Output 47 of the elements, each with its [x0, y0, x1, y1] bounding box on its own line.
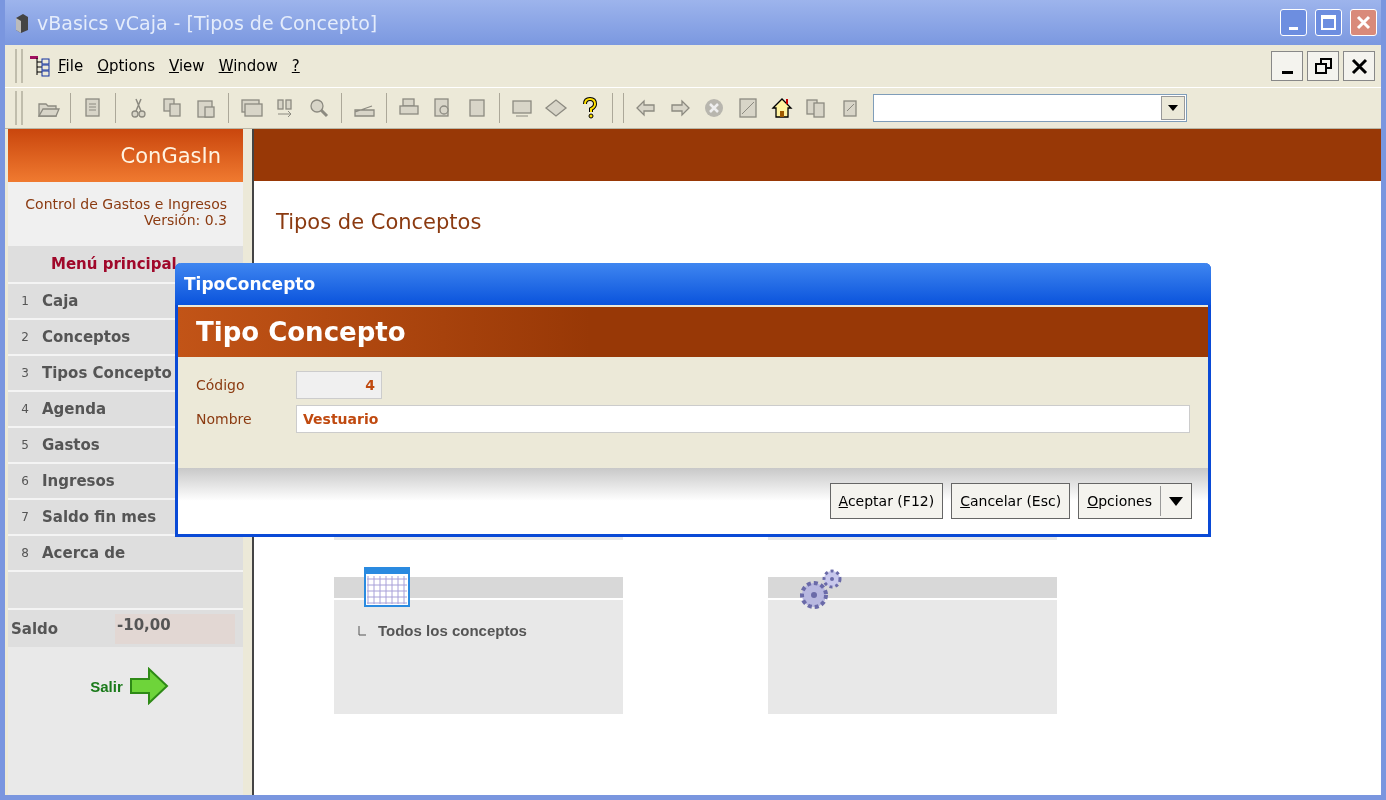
menu-heading: Menú principal: [51, 255, 177, 273]
balance-value: -10,00: [115, 613, 235, 644]
app-subtitle: Control de Gastos e Ingresos: [25, 196, 227, 212]
menu-item[interactable]: ?: [284, 57, 307, 75]
restore-button[interactable]: [1307, 51, 1339, 81]
picture-icon[interactable]: [736, 96, 760, 120]
app-icon: [13, 11, 29, 34]
field-label: Código: [196, 377, 246, 393]
dropdown-arrow-icon[interactable]: [1168, 105, 1178, 111]
magnifier-icon[interactable]: [307, 96, 331, 120]
dialog-button[interactable]: Opciones: [1078, 483, 1192, 519]
home-icon[interactable]: [770, 96, 794, 120]
dialog-button[interactable]: Cancelar (Esc): [951, 483, 1071, 519]
menu-item[interactable]: Window: [211, 57, 285, 75]
windows-icon[interactable]: [239, 96, 263, 120]
cancel-icon[interactable]: [702, 96, 726, 120]
minimize-icon: [1281, 70, 1293, 74]
grip-handle[interactable]: [15, 49, 23, 83]
list-link[interactable]: Todos los conceptos: [358, 622, 527, 639]
gears-icon: [798, 567, 844, 611]
dialog-button[interactable]: Aceptar (F12): [829, 483, 944, 519]
pages-icon[interactable]: [804, 96, 828, 120]
menu-item[interactable]: View: [162, 57, 212, 75]
version-label: Versión: 0.3: [144, 212, 227, 228]
copy-icon[interactable]: [160, 96, 184, 120]
balance-label: Saldo: [10, 619, 60, 638]
menu-item[interactable]: Options: [90, 57, 162, 75]
tree-icon: [29, 54, 51, 78]
menu-item[interactable]: File: [51, 57, 91, 75]
tree-branch-icon: [358, 625, 366, 636]
minimize-icon: [1289, 27, 1298, 30]
right-arrow-icon: [128, 667, 169, 705]
input-field[interactable]: Vestuario: [296, 405, 1190, 433]
maximize-button[interactable]: [1315, 9, 1342, 36]
page-title: Tipos de Conceptos: [276, 210, 483, 234]
minimize-button[interactable]: [1271, 51, 1303, 81]
restore-icon: [1313, 56, 1333, 76]
close-icon: [1354, 13, 1373, 32]
grip-handle[interactable]: [15, 91, 23, 125]
exit-button[interactable]: Salir: [8, 647, 251, 705]
sidebar-item[interactable]: 8 Acerca de: [8, 534, 243, 570]
window-title: vBasics vCaja - [Tipos de Concepto]: [37, 11, 379, 34]
close-icon: [1349, 56, 1369, 76]
maximize-icon: [1319, 13, 1338, 32]
close-button[interactable]: [1343, 51, 1375, 81]
app-banner: ConGasIn: [8, 129, 243, 182]
dropdown-arrow-icon[interactable]: [1169, 496, 1183, 506]
